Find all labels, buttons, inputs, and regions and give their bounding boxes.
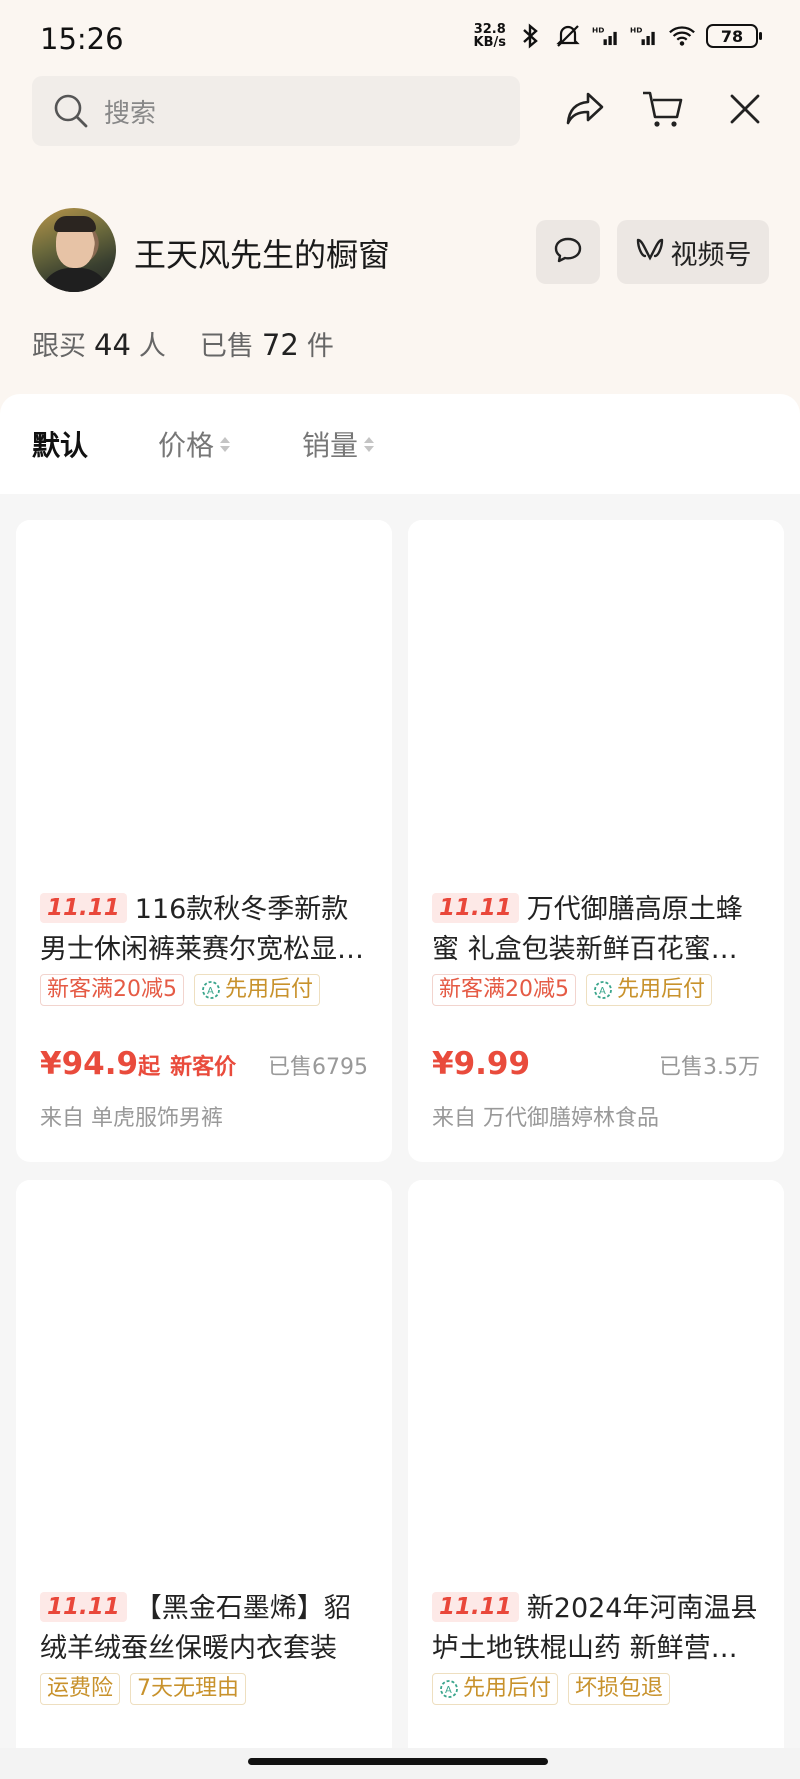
sort-default-tab[interactable]: 默认 (32, 424, 88, 464)
product-tags: 运费险 7天无理由 (16, 1673, 392, 1705)
sort-arrows-icon (220, 436, 231, 452)
status-time: 15:26 (40, 22, 124, 56)
double-eleven-badge: 11.11 (432, 1592, 519, 1622)
share-icon (565, 91, 605, 131)
shipping-insurance-tag: 运费险 (40, 1673, 121, 1705)
video-channel-icon (635, 236, 665, 269)
status-bar: 15:26 32.8 KB/s HD HD 78 (0, 0, 800, 76)
share-button[interactable] (562, 88, 608, 134)
product-card[interactable]: 11.11 116款秋冬季新款男士休闲裤莱赛尔宽松显… 新客满20减5 A 先用后… (16, 520, 392, 1162)
double-eleven-badge: 11.11 (40, 1592, 127, 1622)
home-indicator[interactable] (248, 1758, 548, 1765)
promo-tag: 新客满20减5 (432, 974, 576, 1006)
svg-text:HD: HD (592, 26, 604, 35)
product-tags: 新客满20减5 A 先用后付 (408, 974, 784, 1006)
pay-later-tag: A 先用后付 (432, 1673, 559, 1705)
sort-price-tab[interactable]: 价格 (158, 424, 231, 464)
followers-count: 44 (94, 328, 131, 362)
bluetooth-icon (516, 22, 544, 50)
product-price: ¥94.9 (40, 1046, 139, 1082)
product-source: 来自 万代御膳婷林食品 (432, 1106, 659, 1131)
svg-text:A: A (207, 986, 214, 997)
search-placeholder: 搜索 (104, 98, 157, 129)
product-card[interactable]: 11.11 万代御膳高原土蜂蜜 礼盒包装新鲜百花蜜… 新客满20减5 A 先用后付… (408, 520, 784, 1162)
product-image (408, 520, 784, 890)
search-icon (52, 92, 90, 130)
product-image (408, 1180, 784, 1589)
product-price: ¥9.99 (432, 1046, 531, 1082)
product-card[interactable]: 11.11 【黑金石墨烯】貂绒羊绒蚕丝保暖内衣套装 运费险 7天无理由 (16, 1180, 392, 1779)
cart-icon (641, 89, 685, 133)
pay-later-icon: A (202, 981, 220, 999)
sort-bar: 默认 价格 销量 (0, 394, 800, 494)
sort-arrows-icon (364, 436, 375, 452)
avatar[interactable] (32, 208, 116, 292)
price-row: ¥9.99 已售3.5万 (408, 1046, 784, 1082)
network-speed: 32.8 KB/s (473, 22, 506, 50)
shop-stats: 跟买 44 人 已售 72 件 (32, 328, 334, 362)
product-source: 来自 单虎服饰男裤 (40, 1106, 223, 1131)
product-title: 11.11 万代御膳高原土蜂蜜 礼盒包装新鲜百花蜜… (432, 893, 743, 965)
price-note: 新客价 (170, 1055, 237, 1080)
product-card[interactable]: 11.11 新2024年河南温县垆土地铁棍山药 新鲜营… A 先用后付 坏损包退 (408, 1180, 784, 1779)
sort-sales-tab[interactable]: 销量 (302, 424, 375, 464)
sold-count: 72 (261, 328, 299, 362)
pay-later-tag: A 先用后付 (194, 974, 321, 1006)
double-eleven-badge: 11.11 (40, 893, 127, 923)
svg-text:A: A (445, 1685, 452, 1696)
sold-count: 已售3.5万 (659, 1055, 760, 1080)
product-title: 11.11 116款秋冬季新款男士休闲裤莱赛尔宽松显… (40, 893, 364, 965)
pay-later-icon: A (440, 1680, 458, 1698)
promo-tag: 新客满20减5 (40, 974, 184, 1006)
pay-later-tag: A 先用后付 (586, 974, 713, 1006)
video-channel-label: 视频号 (670, 239, 752, 271)
return-policy-tag: 7天无理由 (130, 1673, 247, 1705)
svg-text:A: A (599, 986, 606, 997)
product-image (16, 1180, 392, 1589)
product-title: 11.11 【黑金石墨烯】貂绒羊绒蚕丝保暖内衣套装 (40, 1592, 351, 1664)
product-tags: 新客满20减5 A 先用后付 (16, 974, 392, 1006)
wifi-icon (668, 22, 696, 50)
status-icons: 32.8 KB/s HD HD 78 (473, 22, 762, 50)
cart-button[interactable] (640, 88, 686, 134)
search-input[interactable]: 搜索 (32, 76, 520, 146)
message-button[interactable] (536, 220, 600, 284)
battery-indicator: 78 (706, 24, 762, 48)
product-tags: A 先用后付 坏损包退 (408, 1673, 784, 1705)
signal-hd-1-icon: HD (592, 22, 620, 50)
signal-hd-2-icon: HD (630, 22, 658, 50)
shop-name: 王天风先生的橱窗 (134, 236, 391, 274)
video-channel-button[interactable]: 视频号 (617, 220, 769, 284)
mute-bell-icon (554, 22, 582, 50)
svg-text:HD: HD (630, 26, 642, 35)
chat-bubble-icon (553, 236, 583, 268)
price-row: ¥94.9 起 新客价 已售6795 (40, 1046, 368, 1082)
double-eleven-badge: 11.11 (432, 893, 519, 923)
close-button[interactable] (722, 88, 768, 134)
pay-later-icon: A (594, 981, 612, 999)
product-title: 11.11 新2024年河南温县垆土地铁棍山药 新鲜营… (432, 1592, 758, 1664)
damage-refund-tag: 坏损包退 (568, 1673, 671, 1705)
product-image (16, 520, 392, 890)
sold-count: 已售6795 (268, 1055, 368, 1080)
close-icon (728, 92, 762, 130)
